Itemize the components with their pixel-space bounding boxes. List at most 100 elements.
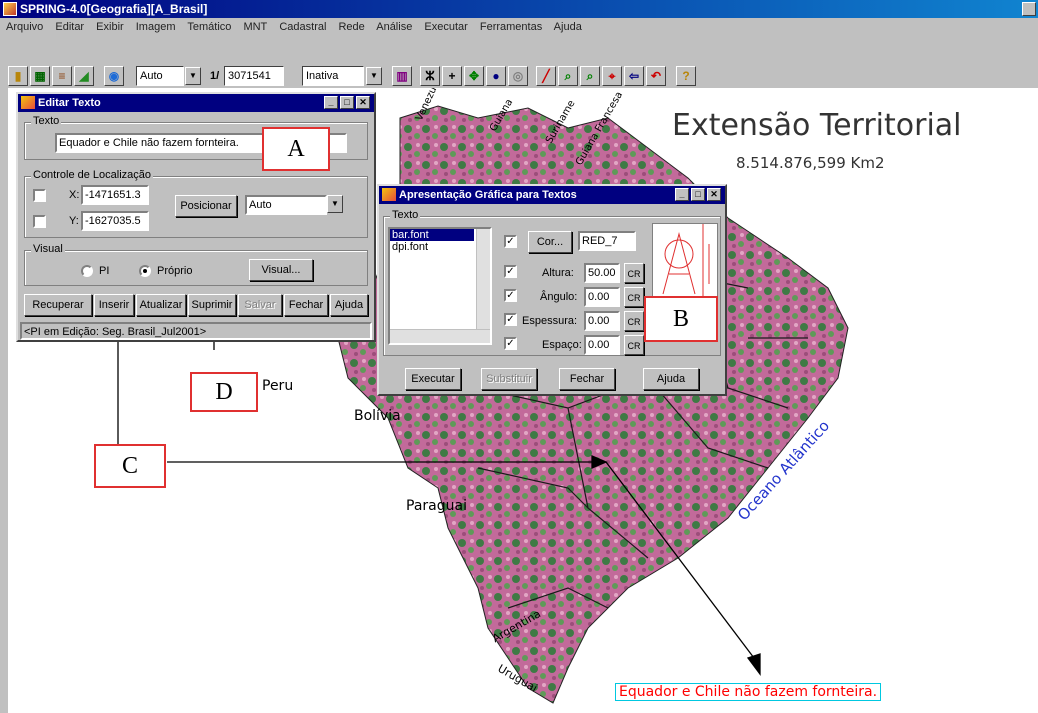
label-bolivia: Bolívia	[354, 408, 401, 424]
vertical-scrollbar[interactable]	[476, 229, 490, 329]
font-item[interactable]: bar.font	[390, 229, 474, 241]
database-icon[interactable]: ▮	[8, 66, 28, 86]
menu-exibir[interactable]: Exibir	[96, 21, 124, 33]
pan-icon[interactable]: ✥	[464, 66, 484, 86]
callout-d: D	[190, 372, 258, 412]
menu-mnt[interactable]: MNT	[243, 21, 267, 33]
executar-button[interactable]: Executar	[405, 368, 461, 390]
suprimir-button[interactable]: Suprimir	[188, 294, 236, 316]
zoom-mode-select[interactable]: Auto	[136, 66, 184, 86]
inserir-button[interactable]: Inserir	[94, 294, 134, 316]
editar-texto-titlebar[interactable]: Editar Texto _ □ ✕	[18, 94, 374, 112]
horizontal-scrollbar[interactable]	[390, 329, 490, 343]
menu-rede[interactable]: Rede	[338, 21, 364, 33]
angulo-input[interactable]: 0.00	[584, 287, 620, 307]
window-title: SPRING-4.0[Geografia][A_Brasil]	[20, 2, 208, 16]
radio-pi[interactable]	[81, 265, 93, 277]
back-arrow-icon[interactable]: ⇦	[624, 66, 644, 86]
menu-executar[interactable]: Executar	[424, 21, 467, 33]
menu-ajuda[interactable]: Ajuda	[554, 21, 582, 33]
minimize-icon[interactable]: _	[324, 96, 338, 109]
zoom-in-icon[interactable]: ⌕	[558, 66, 578, 86]
menu-bar: Arquivo Editar Exibir Imagem Temático MN…	[0, 18, 1038, 36]
y-coordinate-input[interactable]: -1627035.5	[81, 211, 149, 231]
chevron-down-icon[interactable]: ▼	[327, 195, 343, 213]
close-icon[interactable]: ✕	[707, 188, 721, 201]
altura-cr-button[interactable]: CR	[624, 263, 644, 283]
radio-proprio[interactable]	[139, 265, 151, 277]
layers-icon[interactable]: ≡	[52, 66, 72, 86]
undo-icon[interactable]: ↶	[646, 66, 666, 86]
menu-ferramentas[interactable]: Ferramentas	[480, 21, 542, 33]
menu-cadastral[interactable]: Cadastral	[279, 21, 326, 33]
scale-prefix: 1/	[210, 70, 220, 82]
zoom-out-icon[interactable]: ⌕	[580, 66, 600, 86]
y-checkbox[interactable]	[33, 215, 46, 228]
font-listbox[interactable]: bar.font dpi.font	[388, 227, 492, 345]
altura-checkbox[interactable]: ✓	[504, 265, 517, 278]
apresentacao-grafica-dialog: Apresentação Gráfica para Textos _ □ ✕ T…	[377, 184, 727, 396]
inserted-map-text[interactable]: Equador e Chile não fazem fornteira.	[615, 683, 882, 701]
posicionar-button[interactable]: Posicionar	[175, 195, 237, 217]
window-control-button[interactable]	[1022, 2, 1036, 16]
apresentacao-titlebar[interactable]: Apresentação Gráfica para Textos _ □ ✕	[379, 186, 725, 204]
angulo-checkbox[interactable]: ✓	[504, 289, 517, 302]
info-icon[interactable]: ●	[486, 66, 506, 86]
label-peru: Peru	[262, 378, 294, 394]
chevron-down-icon[interactable]: ▼	[185, 67, 201, 85]
close-icon[interactable]: ✕	[356, 96, 370, 109]
zoom-area-icon[interactable]: ⌖	[602, 66, 622, 86]
espessura-cr-button[interactable]: CR	[624, 311, 644, 331]
color-checkbox[interactable]: ✓	[504, 235, 517, 248]
atualizar-button[interactable]: Atualizar	[136, 294, 186, 316]
cor-button[interactable]: Cor...	[528, 231, 572, 253]
espaco-cr-button[interactable]: CR	[624, 335, 644, 355]
project-icon[interactable]: ▦	[30, 66, 50, 86]
scale-input[interactable]: 3071541	[224, 66, 284, 86]
menu-imagem[interactable]: Imagem	[136, 21, 176, 33]
x-checkbox[interactable]	[33, 189, 46, 202]
view-icon[interactable]: ◉	[104, 66, 124, 86]
chevron-down-icon[interactable]: ▼	[366, 67, 382, 85]
substituir-button[interactable]: Substituir	[481, 368, 537, 390]
font-preview	[652, 223, 718, 297]
altura-label: Altura:	[542, 267, 574, 279]
color-name-input[interactable]: RED_7	[578, 231, 636, 251]
cursor-plus-icon[interactable]: +	[442, 66, 462, 86]
grid-icon[interactable]: ▥	[392, 66, 412, 86]
apresentacao-title: Apresentação Gráfica para Textos	[399, 189, 577, 201]
apresentacao-ajuda-button[interactable]: Ajuda	[643, 368, 699, 390]
disabled-tool-icon[interactable]: ◎	[508, 66, 528, 86]
maximize-icon[interactable]: □	[691, 188, 705, 201]
espaco-checkbox[interactable]: ✓	[504, 337, 517, 350]
espessura-checkbox[interactable]: ✓	[504, 313, 517, 326]
menu-arquivo[interactable]: Arquivo	[6, 21, 43, 33]
minimize-icon[interactable]: _	[675, 188, 689, 201]
x-coordinate-input[interactable]: -1471651.3	[81, 185, 149, 205]
pointer-icon[interactable]: ⵣ	[420, 66, 440, 86]
position-mode-select[interactable]: Auto	[245, 195, 327, 215]
angulo-cr-button[interactable]: CR	[624, 287, 644, 307]
apresentacao-fechar-button[interactable]: Fechar	[559, 368, 615, 390]
altura-input[interactable]: 50.00	[584, 263, 620, 283]
plane-icon[interactable]: ◢	[74, 66, 94, 86]
espaco-input[interactable]: 0.00	[584, 335, 620, 355]
ajuda-button[interactable]: Ajuda	[330, 294, 368, 316]
espessura-input[interactable]: 0.00	[584, 311, 620, 331]
help-icon[interactable]: ?	[676, 66, 696, 86]
visual-group-label: Visual	[31, 243, 65, 255]
font-item[interactable]: dpi.font	[390, 241, 490, 253]
status-select[interactable]: Inativa	[302, 66, 364, 86]
window-titlebar: SPRING-4.0[Geografia][A_Brasil]	[0, 0, 1038, 18]
salvar-button[interactable]: Salvar	[238, 294, 282, 316]
maximize-icon[interactable]: □	[340, 96, 354, 109]
menu-editar[interactable]: Editar	[55, 21, 84, 33]
visual-button[interactable]: Visual...	[249, 259, 313, 281]
map-area-value: 8.514.876,599 Km2	[736, 154, 885, 172]
recuperar-button[interactable]: Recuperar	[24, 294, 92, 316]
menu-tematico[interactable]: Temático	[187, 21, 231, 33]
localizacao-group-label: Controle de Localização	[31, 169, 154, 181]
menu-analise[interactable]: Análise	[376, 21, 412, 33]
draw-line-icon[interactable]: ╱	[536, 66, 556, 86]
fechar-button[interactable]: Fechar	[284, 294, 328, 316]
